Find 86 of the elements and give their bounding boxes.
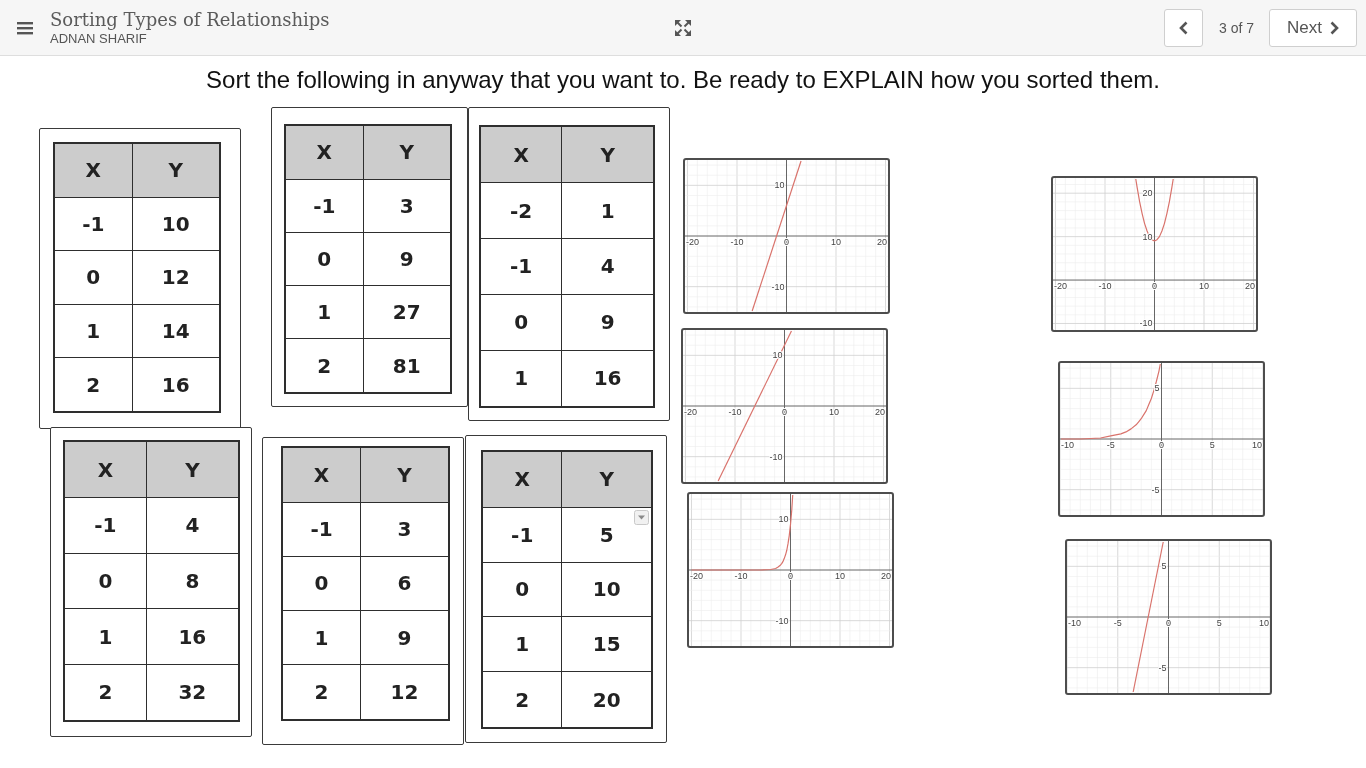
- table-cell: -1: [482, 507, 562, 562]
- tick-label: 10: [1142, 231, 1153, 242]
- chevron-left-icon: [1178, 20, 1188, 35]
- column-header: X: [64, 441, 147, 498]
- tick-label: -20: [684, 407, 697, 417]
- table-cell: 1: [282, 610, 361, 665]
- tick-label: -10: [1139, 318, 1153, 329]
- table-cell: -2: [480, 182, 562, 239]
- column-header: Y: [363, 125, 451, 180]
- column-header: Y: [132, 143, 220, 198]
- tick-label: 10: [835, 571, 845, 581]
- table-cell: -1: [480, 238, 562, 295]
- tick-label: 10: [774, 180, 785, 191]
- page-indicator: 3 of 7: [1218, 19, 1254, 36]
- tick-label: -10: [728, 407, 742, 417]
- fullscreen-button[interactable]: [675, 19, 691, 36]
- table-card[interactable]: X Y -1 10 0 12 1 14 2 16: [39, 128, 241, 429]
- tick-label: 10: [1199, 281, 1209, 292]
- tick-label: -10: [734, 571, 748, 581]
- column-header: X: [482, 451, 562, 508]
- table-cell: 0: [480, 294, 562, 351]
- column-header: X: [282, 447, 361, 503]
- tick-label: 5: [1209, 440, 1215, 450]
- tick-label: -10: [1098, 281, 1112, 292]
- tick-label: 10: [778, 514, 789, 525]
- tick-label: 20: [875, 407, 885, 417]
- tick-label: -10: [730, 237, 744, 247]
- table-cell: 0: [282, 556, 361, 611]
- column-header: Y: [561, 126, 654, 183]
- tick-label: -10: [769, 451, 783, 462]
- table-cell: 1: [54, 304, 132, 358]
- tick-label: 10: [831, 237, 841, 247]
- menu-button[interactable]: [17, 20, 33, 35]
- column-header: X: [54, 143, 132, 198]
- table-cell: 0: [482, 562, 562, 617]
- table-card[interactable]: X Y -1 5 0 10 1 15 2 20: [465, 435, 667, 743]
- instructions-text: Sort the following in anyway that you want to. Be ready to EXPLAIN how you sorted them.: [206, 65, 1160, 94]
- table-cell: 1: [285, 285, 363, 339]
- menu-icon: [17, 20, 33, 35]
- tick-label: 20: [881, 571, 891, 581]
- author-name: ADNAN SHARIF: [50, 31, 147, 46]
- chevron-right-icon: [1330, 20, 1339, 35]
- tick-label: 10: [829, 407, 839, 417]
- column-header: X: [285, 125, 363, 180]
- dropdown-icon[interactable]: [634, 509, 649, 525]
- table-cell: 1: [482, 616, 562, 672]
- column-header: Y: [360, 447, 449, 503]
- table-cell: 1: [64, 608, 147, 665]
- table-cell: 0: [285, 232, 363, 286]
- tick-label: 5: [1161, 561, 1167, 572]
- tick-label: 10: [1259, 618, 1269, 628]
- next-button[interactable]: Next: [1269, 8, 1357, 47]
- tick-label: -10: [1061, 440, 1074, 450]
- tick-label: 5: [1216, 618, 1222, 628]
- tick-label: 20: [877, 237, 887, 247]
- table-cell: 0: [54, 250, 132, 305]
- table-card[interactable]: X Y -2 1 -1 4 0 9 1 16: [468, 107, 670, 421]
- tick-label: 20: [1142, 188, 1153, 199]
- tick-label: -10: [771, 281, 785, 292]
- tick-label: -5: [1151, 484, 1160, 495]
- tick-label: -20: [686, 237, 699, 247]
- tick-label: -20: [690, 571, 703, 581]
- tick-label: -5: [1158, 662, 1167, 673]
- table-cell: 0: [64, 553, 147, 609]
- column-header: Y: [146, 441, 239, 498]
- previous-button[interactable]: [1163, 8, 1203, 47]
- column-header: Y: [561, 451, 652, 508]
- table-card[interactable]: X Y -1 3 0 9 1 27 2 81: [271, 107, 468, 407]
- tick-label: -5: [1113, 618, 1122, 628]
- tick-label: 10: [772, 350, 783, 361]
- tick-label: -20: [1054, 281, 1067, 292]
- table-card[interactable]: X Y -1 4 0 8 1 16 2 32: [50, 427, 252, 737]
- tick-label: 5: [1154, 383, 1160, 394]
- lesson-title: Sorting Types of Relationships: [50, 9, 330, 31]
- fullscreen-icon: [675, 19, 691, 36]
- tick-label: 10: [1252, 440, 1262, 450]
- table-card[interactable]: X Y -1 3 0 6 1 9 2 12: [262, 437, 464, 745]
- table-cell: -1: [64, 497, 147, 554]
- table-cell: -1: [285, 179, 363, 233]
- tick-label: -5: [1106, 440, 1115, 450]
- table-cell: -1: [282, 502, 361, 557]
- tick-label: -10: [775, 615, 789, 626]
- column-header: X: [480, 126, 562, 183]
- tick-label: -10: [1068, 618, 1081, 628]
- table-cell: -1: [54, 197, 132, 251]
- tick-label: 20: [1245, 281, 1255, 292]
